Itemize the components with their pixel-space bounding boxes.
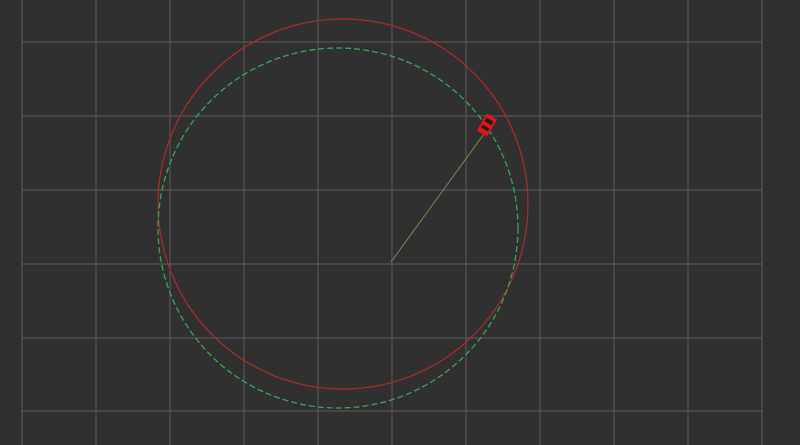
trace-line (390, 126, 490, 263)
simulation-viewport[interactable] (0, 0, 800, 445)
reference-path-circle (157, 18, 529, 390)
grid (21, 0, 763, 445)
scene-canvas[interactable] (0, 0, 800, 445)
planned-path-circle (157, 47, 519, 409)
